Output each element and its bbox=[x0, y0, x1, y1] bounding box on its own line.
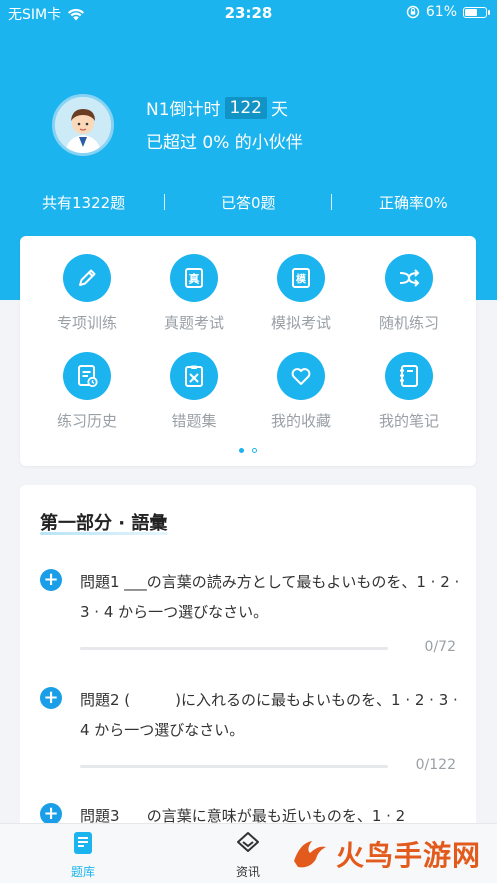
stats-divider bbox=[164, 194, 165, 210]
grid-item-label: 我的笔记 bbox=[378, 412, 439, 430]
grid-item-practice-history[interactable]: 练习历史 bbox=[37, 352, 137, 431]
tab-label: 题库 bbox=[70, 865, 95, 879]
expand-plus-icon[interactable]: + bbox=[40, 569, 62, 591]
progress-count: 0/122 bbox=[415, 757, 456, 773]
grid-item-special-training[interactable]: 专项训练 bbox=[37, 254, 137, 333]
function-grid: 专项训练 真 真题考试 模 模拟考试 随机练习 练习历史 错题集 我的收藏 我的… bbox=[20, 236, 476, 466]
wrong-questions-icon bbox=[170, 352, 218, 400]
grid-item-my-notes[interactable]: 我的笔记 bbox=[359, 352, 459, 431]
tab-news[interactable]: 资讯 bbox=[213, 830, 283, 880]
mock-exam-icon: 模 bbox=[277, 254, 325, 302]
page-indicator bbox=[20, 448, 476, 453]
grid-item-wrong-questions[interactable]: 错题集 bbox=[144, 352, 244, 431]
progress-count: 0/72 bbox=[424, 639, 456, 655]
heart-icon bbox=[277, 352, 325, 400]
progress-bar bbox=[80, 647, 388, 650]
expand-plus-icon[interactable]: + bbox=[40, 803, 62, 825]
grid-item-my-favorites[interactable]: 我的收藏 bbox=[251, 352, 351, 431]
stats-divider bbox=[331, 194, 332, 210]
answered-questions: 已答0题 bbox=[221, 194, 276, 212]
history-icon bbox=[63, 352, 111, 400]
battery-percent: 61% bbox=[425, 4, 457, 20]
real-exam-icon: 真 bbox=[170, 254, 218, 302]
expand-plus-icon[interactable]: + bbox=[40, 687, 62, 709]
rotation-lock-icon bbox=[406, 5, 420, 19]
page-dot-active[interactable] bbox=[239, 448, 244, 453]
grid-item-random-practice[interactable]: 随机练习 bbox=[359, 254, 459, 333]
news-icon bbox=[237, 832, 259, 852]
accuracy-rate: 正确率0% bbox=[379, 194, 448, 212]
question-group-item[interactable]: + 問題1 ___の言葉の読み方として最もよいものを、1 · 2 · 3 · 4… bbox=[20, 567, 476, 657]
notebook-icon bbox=[385, 352, 433, 400]
total-questions: 共有1322题 bbox=[42, 194, 126, 212]
grid-item-label: 错题集 bbox=[171, 412, 217, 430]
countdown-days: 122 bbox=[224, 96, 267, 119]
bird-logo-icon bbox=[294, 841, 326, 868]
question-group-item[interactable]: + 問題2 ( )に入れるのに最もよいものを、1 · 2 · 3 · 4 から一… bbox=[20, 685, 476, 775]
question-group-text: 問題1 ___の言葉の読み方として最もよいものを、1 · 2 · 3 · 4 か… bbox=[80, 573, 460, 621]
tab-label: 资讯 bbox=[235, 865, 260, 879]
grid-item-label: 真题考试 bbox=[163, 314, 224, 332]
status-bar: 无SIM卡 23:28 61% bbox=[0, 0, 497, 26]
site-watermark: 火鸟手游网 bbox=[290, 834, 481, 874]
tab-question-bank[interactable]: 题库 bbox=[48, 830, 118, 880]
avatar[interactable] bbox=[52, 94, 114, 156]
question-bank-icon bbox=[74, 832, 92, 854]
exam-countdown: N1倒计时 122 天 bbox=[146, 95, 288, 120]
avatar-illustration bbox=[55, 97, 111, 153]
section-title-underline bbox=[40, 532, 168, 535]
grid-item-label: 我的收藏 bbox=[270, 412, 331, 430]
countdown-unit: 天 bbox=[271, 100, 288, 120]
grid-item-label: 练习历史 bbox=[56, 412, 117, 430]
shuffle-icon bbox=[385, 254, 433, 302]
grid-item-mock-exam[interactable]: 模 模拟考试 bbox=[251, 254, 351, 333]
progress-bar bbox=[80, 765, 388, 768]
countdown-prefix: N1倒计时 bbox=[146, 100, 221, 120]
grid-item-label: 模拟考试 bbox=[270, 314, 331, 332]
grid-item-real-exam[interactable]: 真 真题考试 bbox=[144, 254, 244, 333]
question-group-text: 問題2 ( )に入れるのに最もよいものを、1 · 2 · 3 · 4 から一つ選… bbox=[80, 691, 458, 739]
percentile-text: 已超过 0% 的小伙伴 bbox=[146, 133, 303, 153]
battery-icon bbox=[463, 6, 490, 18]
stats-row: 共有1322题 已答0题 正确率0% bbox=[0, 190, 497, 214]
svg-text:真: 真 bbox=[189, 272, 200, 286]
grid-item-label: 专项训练 bbox=[56, 314, 117, 332]
page-dot[interactable] bbox=[252, 448, 257, 453]
grid-item-label: 随机练习 bbox=[378, 314, 439, 332]
watermark-text: 火鸟手游网 bbox=[336, 839, 482, 872]
svg-text:模: 模 bbox=[296, 273, 307, 286]
pencil-icon bbox=[63, 254, 111, 302]
